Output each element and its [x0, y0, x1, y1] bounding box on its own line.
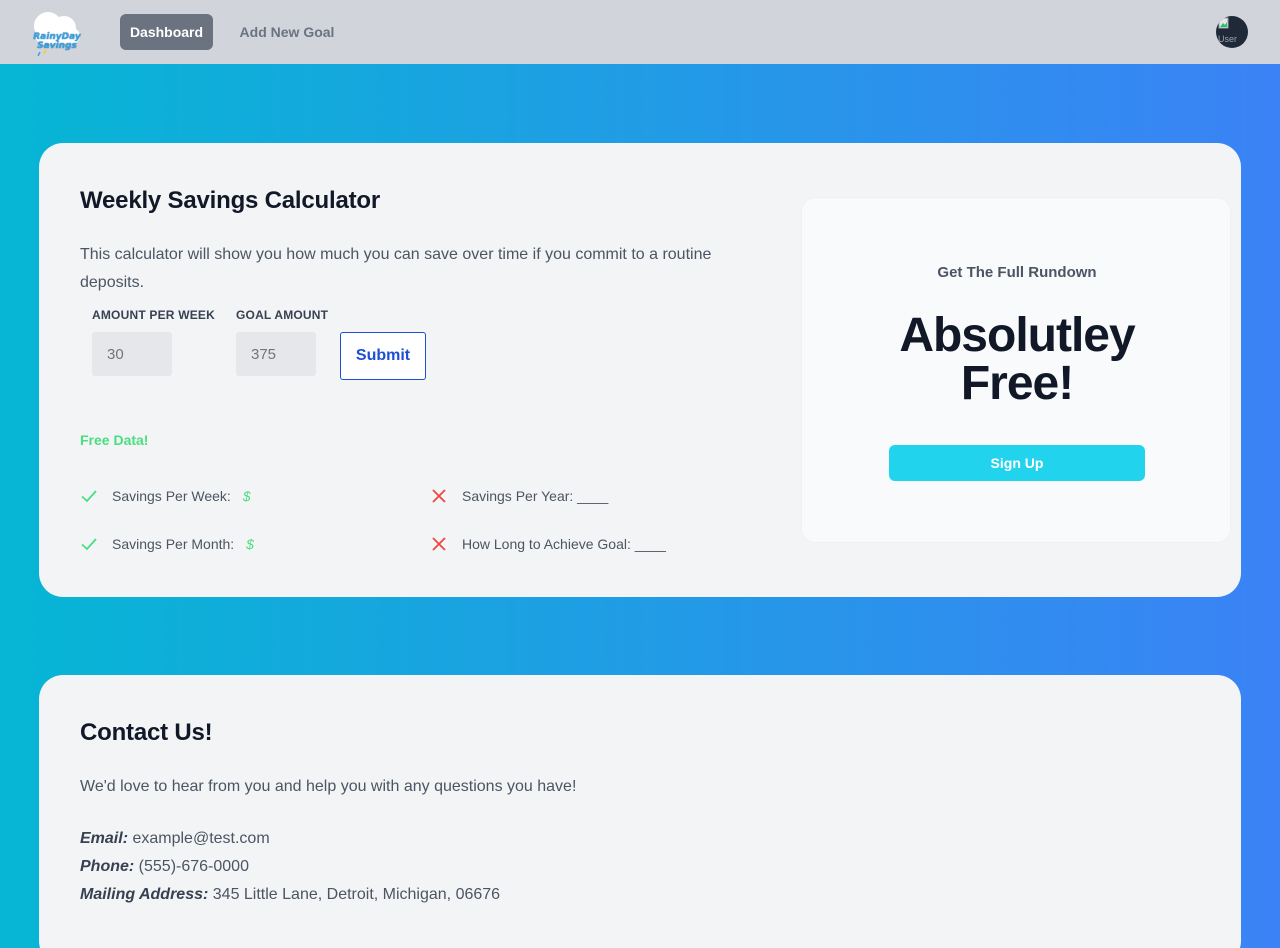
amount-per-week-input[interactable] — [92, 332, 172, 376]
calculator-card: Weekly Savings Calculator This calculato… — [39, 143, 1241, 597]
phone-label: Phone: — [80, 858, 135, 875]
goal-amount-input[interactable] — [236, 332, 316, 376]
contact-title: Contact Us! — [80, 719, 213, 746]
feature-label: Savings Per Week: — [112, 488, 231, 504]
check-icon — [81, 538, 97, 551]
logo-text-line2: Savings — [37, 41, 77, 51]
logo[interactable]: RainyDay Savings — [30, 6, 82, 58]
promo-headline-text: Absolutley Free! — [899, 309, 1135, 410]
contact-address: Mailing Address: 345 Little Lane, Detroi… — [80, 881, 500, 909]
email-value[interactable]: example@test.com — [132, 830, 269, 847]
contact-card: Contact Us! We'd love to hear from you a… — [39, 675, 1241, 948]
promo-subtitle: Get The Full Rundown — [937, 264, 1097, 281]
cross-icon — [432, 537, 446, 551]
promo-headline: Absolutley Free! — [802, 312, 1232, 408]
contact-phone: Phone: (555)-676-0000 — [80, 853, 249, 881]
nav-dashboard-button[interactable]: Dashboard — [120, 14, 213, 50]
free-data-label: Free Data! — [80, 432, 149, 448]
address-label: Mailing Address: — [80, 886, 209, 903]
phone-value: (555)-676-0000 — [138, 858, 249, 875]
avatar[interactable]: User — [1216, 16, 1248, 48]
email-label: Email: — [80, 830, 129, 847]
feature-savings-per-month: Savings Per Month: $ — [80, 535, 254, 553]
contact-email: Email: example@test.com — [80, 825, 270, 853]
avatar-alt-text: User — [1218, 34, 1238, 44]
contact-description: We'd love to hear from you and help you … — [80, 778, 577, 795]
nav-add-goal-link[interactable]: Add New Goal — [228, 14, 346, 50]
sign-up-button[interactable]: Sign Up — [889, 445, 1145, 481]
cross-icon — [432, 489, 446, 503]
calculator-description: This calculator will show you how much y… — [80, 246, 712, 291]
address-value: 345 Little Lane, Detroit, Michigan, 0667… — [212, 886, 501, 903]
navbar: RainyDay Savings Dashboard Add New Goal … — [0, 0, 1280, 64]
check-icon — [81, 490, 97, 503]
calculator-title: Weekly Savings Calculator — [80, 187, 381, 214]
feature-value: $ — [246, 536, 254, 552]
feature-value: $ — [242, 488, 251, 504]
feature-savings-per-week: Savings Per Week: $ — [80, 487, 251, 505]
amount-per-week-label: AMOUNT PER WEEK — [92, 308, 215, 322]
goal-amount-label: GOAL AMOUNT — [236, 308, 329, 322]
promo-panel: Get The Full Rundown Absolutley Free! Si… — [801, 197, 1231, 543]
feature-label: How Long to Achieve Goal: ____ — [462, 536, 666, 552]
feature-time-to-goal: How Long to Achieve Goal: ____ — [430, 535, 666, 553]
feature-savings-per-year: Savings Per Year: ____ — [430, 487, 608, 505]
submit-button[interactable]: Submit — [340, 332, 426, 380]
feature-label: Savings Per Month: — [112, 536, 235, 552]
feature-label: Savings Per Year: ____ — [462, 488, 609, 504]
